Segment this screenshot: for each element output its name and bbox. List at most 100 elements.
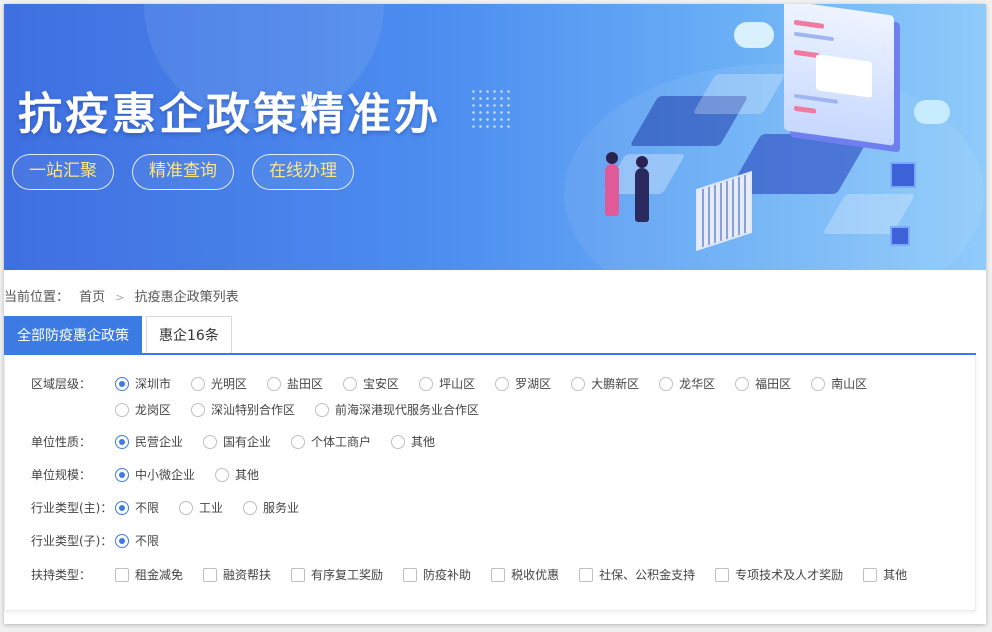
checkbox-option-support-type[interactable]: 税收优惠 xyxy=(491,566,559,584)
radio-circle[interactable] xyxy=(115,377,129,391)
option-label: 不限 xyxy=(135,501,160,515)
option-label: 龙岗区 xyxy=(135,403,172,417)
banner-illustration xyxy=(594,4,986,270)
radio-circle[interactable] xyxy=(267,377,282,391)
filter-row-region: 区域层级： 深圳市 光明区 盐田区 宝安区 坪山区 罗湖区 大鹏新区 龙华区 福田区 南山区 龙岗区… xyxy=(31,375,945,419)
option-label: 龙华区 xyxy=(679,377,716,391)
page-window: 抗疫惠企政策精准办 一站汇聚 精准查询 在线办理 当前位置： 首页 > 抗疫惠企… xyxy=(4,4,986,624)
radio-circle[interactable] xyxy=(203,435,218,449)
radio-circle[interactable] xyxy=(419,377,434,391)
radio-circle[interactable] xyxy=(115,501,129,515)
radio-option-region[interactable]: 龙华区 xyxy=(659,375,715,393)
tab-all-policies[interactable]: 全部防疫惠企政策 xyxy=(4,316,142,354)
checkbox-option-support-type[interactable]: 融资帮扶 xyxy=(203,566,271,584)
breadcrumb-current: 抗疫惠企政策列表 xyxy=(134,290,239,305)
checkbox-box[interactable] xyxy=(863,568,878,582)
checkbox-option-support-type[interactable]: 专项技术及人才奖励 xyxy=(715,566,843,584)
checkbox-box[interactable] xyxy=(115,568,129,582)
filter-panel: 区域层级： 深圳市 光明区 盐田区 宝安区 坪山区 罗湖区 大鹏新区 龙华区 福田区 南山区 龙岗区… xyxy=(4,355,976,611)
pill-one-stop[interactable]: 一站汇聚 xyxy=(12,154,114,190)
radio-circle[interactable] xyxy=(343,377,358,391)
option-label: 坪山区 xyxy=(439,377,476,391)
filter-label: 单位规模： xyxy=(31,468,92,482)
option-label: 社保、公积金支持 xyxy=(599,568,696,582)
radio-circle[interactable] xyxy=(391,435,406,449)
radio-circle[interactable] xyxy=(115,468,129,482)
pill-precise-query[interactable]: 精准查询 xyxy=(132,154,234,190)
filter-row-industry-main: 行业类型(主)： 不限 工业 服务业 xyxy=(31,499,945,517)
radio-circle[interactable] xyxy=(179,501,194,515)
breadcrumb-prefix: 当前位置： xyxy=(4,290,70,305)
radio-circle[interactable] xyxy=(191,377,206,391)
checkbox-option-support-type[interactable]: 租金减免 xyxy=(115,566,183,584)
option-label: 其他 xyxy=(411,435,436,449)
checkbox-box[interactable] xyxy=(291,568,306,582)
banner-pill-row: 一站汇聚 精准查询 在线办理 xyxy=(12,154,354,190)
radio-option-unit-nature[interactable]: 民营企业 xyxy=(115,433,183,451)
radio-option-region[interactable]: 南山区 xyxy=(811,375,867,393)
radio-option-region[interactable]: 坪山区 xyxy=(419,375,475,393)
radio-circle[interactable] xyxy=(659,377,674,391)
breadcrumb-home-link[interactable]: 首页 xyxy=(79,286,105,305)
radio-circle[interactable] xyxy=(571,377,586,391)
radio-option-unit-nature[interactable]: 个体工商户 xyxy=(291,433,371,451)
radio-circle[interactable] xyxy=(291,435,306,449)
checkbox-box[interactable] xyxy=(491,568,506,582)
policy-tabs: 全部防疫惠企政策 惠企16条 xyxy=(4,316,236,354)
radio-circle[interactable] xyxy=(215,468,230,482)
banner-title: 抗疫惠企政策精准办 xyxy=(18,89,441,140)
pill-online-handle[interactable]: 在线办理 xyxy=(252,154,354,190)
checkbox-box[interactable] xyxy=(579,568,594,582)
radio-circle[interactable] xyxy=(315,403,330,417)
dot-grid-decoration xyxy=(470,88,514,132)
radio-option-region[interactable]: 前海深港现代服务业合作区 xyxy=(315,401,479,419)
checkbox-option-support-type[interactable]: 其他 xyxy=(863,566,907,584)
radio-option-region[interactable]: 福田区 xyxy=(735,375,791,393)
option-label: 专项技术及人才奖励 xyxy=(735,568,844,582)
person-head xyxy=(606,152,618,164)
checkbox-option-support-type[interactable]: 社保、公积金支持 xyxy=(579,566,695,584)
radio-option-region[interactable]: 龙岗区 xyxy=(115,401,171,419)
radio-circle[interactable] xyxy=(191,403,206,417)
option-label: 其他 xyxy=(883,568,908,582)
radio-circle[interactable] xyxy=(735,377,750,391)
option-label: 盐田区 xyxy=(287,377,324,391)
checkbox-box[interactable] xyxy=(403,568,418,582)
person-head xyxy=(636,156,648,168)
radio-option-unit-nature[interactable]: 国有企业 xyxy=(203,433,271,451)
radio-option-unit-scale[interactable]: 其他 xyxy=(215,466,259,484)
cloud-icon xyxy=(914,100,950,124)
option-label: 光明区 xyxy=(211,377,248,391)
radio-circle[interactable] xyxy=(115,435,129,449)
radio-option-industry-sub[interactable]: 不限 xyxy=(115,532,159,550)
radio-option-region[interactable]: 盐田区 xyxy=(267,375,323,393)
option-label: 其他 xyxy=(235,468,260,482)
radio-option-industry-main[interactable]: 不限 xyxy=(115,499,159,517)
radio-circle[interactable] xyxy=(115,534,129,548)
radio-option-unit-scale[interactable]: 中小微企业 xyxy=(115,466,195,484)
radio-option-industry-main[interactable]: 服务业 xyxy=(243,499,299,517)
radio-option-region[interactable]: 深汕特别合作区 xyxy=(191,401,295,419)
filter-label: 行业类型(子)： xyxy=(31,534,113,548)
radio-option-unit-nature[interactable]: 其他 xyxy=(391,433,435,451)
radio-circle[interactable] xyxy=(495,377,510,391)
radio-option-region[interactable]: 宝安区 xyxy=(343,375,399,393)
radio-option-region[interactable]: 罗湖区 xyxy=(495,375,551,393)
checkbox-box[interactable] xyxy=(203,568,218,582)
radio-group-unit-scale: 中小微企业 其他 xyxy=(115,466,945,484)
radio-circle[interactable] xyxy=(243,501,258,515)
filter-label: 扶持类型： xyxy=(31,568,92,582)
tab-16-articles[interactable]: 惠企16条 xyxy=(146,316,232,354)
radio-option-industry-main[interactable]: 工业 xyxy=(179,499,223,517)
filter-row-industry-sub: 行业类型(子)： 不限 xyxy=(31,532,945,550)
radio-option-region[interactable]: 光明区 xyxy=(191,375,247,393)
radio-circle[interactable] xyxy=(811,377,826,391)
filter-label: 单位性质： xyxy=(31,435,92,449)
radio-option-region[interactable]: 深圳市 xyxy=(115,375,171,393)
checkbox-option-support-type[interactable]: 有序复工奖励 xyxy=(291,566,383,584)
breadcrumb: 当前位置： 首页 > 抗疫惠企政策列表 xyxy=(4,286,239,305)
radio-circle[interactable] xyxy=(115,403,129,417)
checkbox-option-support-type[interactable]: 防疫补助 xyxy=(403,566,471,584)
radio-option-region[interactable]: 大鹏新区 xyxy=(571,375,639,393)
checkbox-box[interactable] xyxy=(715,568,730,582)
